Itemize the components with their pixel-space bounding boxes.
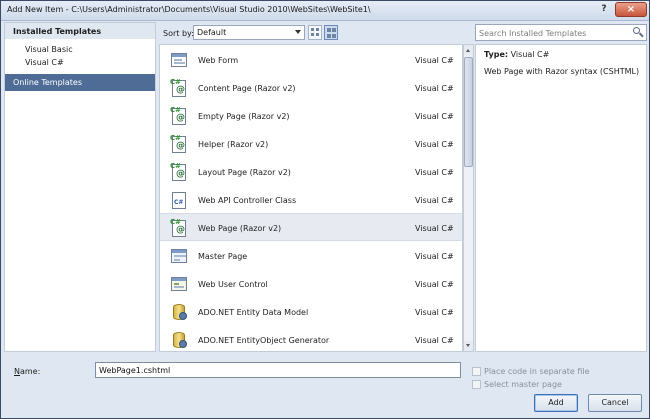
template-name: Layout Page (Razor v2): [198, 168, 291, 177]
template-language: Visual C#: [415, 84, 454, 93]
template-language: Visual C#: [415, 308, 454, 317]
template-name: Content Page (Razor v2): [198, 84, 296, 93]
template-type: Type: Visual C#: [484, 50, 549, 59]
template-row[interactable]: Web Form Visual C#: [160, 46, 462, 74]
type-label: Type:: [484, 50, 509, 59]
search-icon[interactable]: [631, 27, 645, 39]
razor-page-icon: @ C#: [170, 134, 186, 153]
place-code-checkbox[interactable]: [472, 367, 481, 376]
razor-page-icon: @ C#: [170, 78, 186, 97]
template-name: ADO.NET Entity Data Model: [198, 308, 309, 317]
name-label-text: ame:: [19, 367, 41, 376]
template-name: Web Form: [198, 56, 239, 65]
template-language: Visual C#: [415, 56, 454, 65]
user-control-icon: [170, 274, 188, 294]
sort-by-label: Sort by:: [163, 29, 194, 38]
scroll-down-icon[interactable]: [464, 341, 473, 351]
sort-by-value: Default: [197, 28, 227, 37]
template-row[interactable]: @ C# Content Page (Razor v2) Visual C#: [160, 74, 462, 102]
template-row[interactable]: Web API Controller Class Visual C#: [160, 186, 462, 214]
template-name: Web Page (Razor v2): [198, 224, 282, 233]
chevron-down-icon: [295, 30, 301, 34]
template-name: Helper (Razor v2): [198, 140, 269, 149]
dialog-footer: Name: Place code in separate file Select…: [4, 355, 648, 417]
template-row[interactable]: @ C# Helper (Razor v2) Visual C#: [160, 130, 462, 158]
category-visual-csharp[interactable]: Visual C#: [25, 58, 64, 67]
template-language: Visual C#: [415, 224, 454, 233]
medium-icons-view-button[interactable]: [324, 25, 338, 40]
csharp-class-icon: [170, 190, 188, 210]
master-page-icon: [170, 246, 188, 266]
small-icons-view-button[interactable]: [308, 25, 322, 40]
template-name: ADO.NET EntityObject Generator: [198, 336, 330, 345]
installed-templates-header[interactable]: Installed Templates: [5, 23, 155, 39]
template-language: Visual C#: [415, 196, 454, 205]
place-code-label: Place code in separate file: [484, 367, 590, 376]
add-new-item-dialog: Add New Item - C:\Users\Administrator\Do…: [0, 0, 650, 419]
template-row[interactable]: ADO.NET EntityObject Generator Visual C#: [160, 326, 462, 351]
templates-scrollbar[interactable]: [463, 44, 474, 352]
template-row[interactable]: Web User Control Visual C#: [160, 270, 462, 298]
template-language: Visual C#: [415, 112, 454, 121]
template-language: Visual C#: [415, 280, 454, 289]
template-language: Visual C#: [415, 140, 454, 149]
template-name: Empty Page (Razor v2): [198, 112, 290, 121]
name-field[interactable]: [95, 362, 461, 378]
list-toolbar: Sort by: Default: [159, 22, 470, 44]
template-info-pane: Type: Visual C# Web Page with Razor synt…: [475, 44, 647, 352]
window-title: Add New Item - C:\Users\Administrator\Do…: [7, 5, 371, 14]
search-box[interactable]: [475, 24, 647, 41]
template-row[interactable]: ADO.NET Entity Data Model Visual C#: [160, 298, 462, 326]
template-language: Visual C#: [415, 168, 454, 177]
help-button[interactable]: ?: [597, 3, 611, 16]
template-description: Web Page with Razor syntax (CSHTML): [484, 67, 640, 76]
select-master-page-checkbox[interactable]: [472, 380, 481, 389]
add-button[interactable]: Add: [534, 394, 578, 412]
razor-page-icon: @ C#: [170, 106, 186, 125]
type-value: Visual C#: [510, 50, 550, 59]
entity-generator-icon: [170, 330, 188, 350]
sort-by-dropdown[interactable]: Default: [193, 25, 305, 40]
template-row[interactable]: @ C# Empty Page (Razor v2) Visual C#: [160, 102, 462, 130]
template-language: Visual C#: [415, 336, 454, 345]
template-language: Visual C#: [415, 252, 454, 261]
scrollbar-thumb[interactable]: [464, 57, 473, 167]
select-master-page-label: Select master page: [484, 380, 562, 389]
template-row[interactable]: @ C# Layout Page (Razor v2) Visual C#: [160, 158, 462, 186]
template-name: Web User Control: [198, 280, 268, 289]
name-label: Name:: [14, 367, 40, 376]
cancel-button[interactable]: Cancel: [588, 394, 642, 412]
templates-list: Web Form Visual C# @ C# Content Page (Raz…: [159, 44, 463, 352]
template-row-selected[interactable]: @ C# Web Page (Razor v2) Visual C#: [160, 213, 462, 241]
search-input[interactable]: [479, 27, 624, 39]
online-templates-header[interactable]: Online Templates: [5, 74, 155, 91]
title-bar: Add New Item - C:\Users\Administrator\Do…: [1, 1, 649, 21]
razor-page-icon: @ C#: [170, 162, 186, 181]
template-name: Master Page: [198, 252, 248, 261]
template-row[interactable]: Master Page Visual C#: [160, 242, 462, 270]
category-visual-basic[interactable]: Visual Basic: [25, 45, 73, 54]
razor-page-icon: @ C#: [170, 218, 186, 237]
scroll-up-icon[interactable]: [464, 45, 473, 55]
entity-model-icon: [170, 302, 188, 322]
template-categories-pane: Installed Templates Visual Basic Visual …: [4, 22, 156, 352]
close-button[interactable]: ×: [615, 2, 647, 17]
template-name: Web API Controller Class: [198, 196, 297, 205]
web-form-icon: [170, 50, 188, 70]
